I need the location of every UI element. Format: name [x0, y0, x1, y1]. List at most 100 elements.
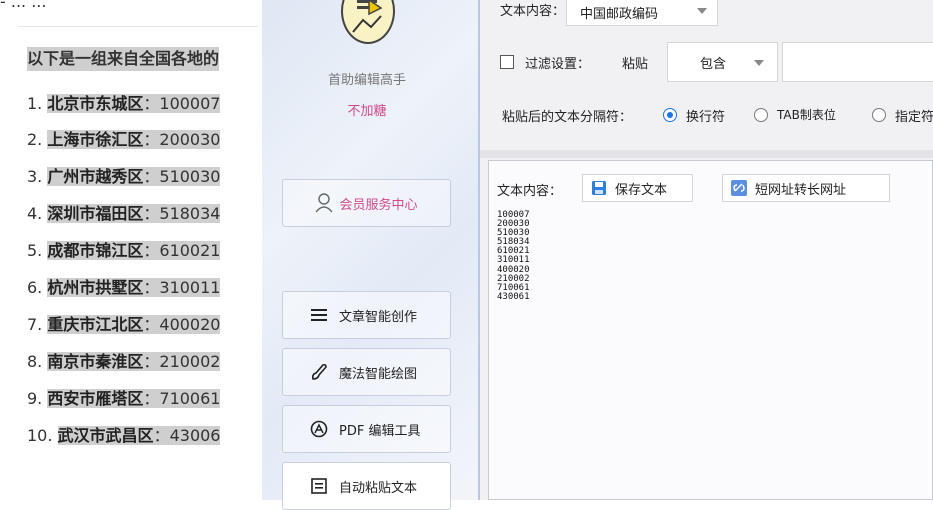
- separator-newline-label: 换行符: [686, 110, 726, 125]
- list-item-colon: ：: [143, 241, 160, 260]
- list-item-colon: ：: [143, 204, 160, 223]
- list-item-city: 深圳市福田区: [47, 204, 144, 223]
- list-item-code: 200030: [159, 130, 221, 149]
- app-sidebar: 首助编辑高手 不加糖 会员服务中心 文章智能创作 魔法智能绘图 PDF 编辑工具…: [262, 0, 480, 510]
- list-item-number: 9.: [27, 389, 43, 408]
- list-item: 4. 深圳市福田区：518034: [27, 202, 221, 226]
- list-item-colon: ：: [143, 352, 160, 371]
- list-item-city: 广州市越秀区: [47, 167, 144, 186]
- list-item-colon: ：: [143, 167, 160, 186]
- list-item-number: 5.: [27, 241, 43, 260]
- list-item-number: 2.: [27, 130, 43, 149]
- list-item: 6. 杭州市拱墅区：310011: [27, 276, 221, 300]
- list-item-code: 518034: [159, 204, 221, 223]
- member-center-button[interactable]: 会员服务中心: [282, 179, 451, 227]
- nav-label: 自动粘贴文本: [339, 480, 418, 496]
- list-item-number: 4.: [27, 204, 43, 223]
- nav-article-creation[interactable]: 文章智能创作: [282, 291, 451, 339]
- document-divider: [18, 26, 258, 27]
- document-top-line: - ... ...: [0, 0, 47, 11]
- list-item: 7. 重庆市江北区：400020: [27, 313, 221, 337]
- output-line: 430061: [497, 291, 530, 302]
- separator-custom-label: 指定符: [895, 110, 933, 125]
- nav-pdf-tools[interactable]: PDF 编辑工具: [282, 405, 451, 453]
- nav-magic-drawing[interactable]: 魔法智能绘图: [282, 348, 451, 396]
- list-item-number: 10.: [27, 426, 53, 445]
- list-item-colon: ：: [143, 389, 160, 408]
- list-item-city: 南京市秦淮区: [47, 352, 144, 371]
- list-item-city: 杭州市拱墅区: [47, 278, 144, 297]
- list-item-colon: ：: [143, 278, 160, 297]
- app-name: 首助编辑高手: [327, 73, 406, 88]
- member-center-label: 会员服务中心: [339, 197, 418, 213]
- list-item-code: 610021: [159, 241, 221, 260]
- list-item-code: 510030: [159, 167, 221, 186]
- save-text-label: 保存文本: [615, 182, 668, 198]
- nav-label: 文章智能创作: [339, 309, 418, 325]
- list-item: 8. 南京市秦淮区：210002: [27, 350, 221, 374]
- filter-text-input[interactable]: [782, 42, 933, 82]
- separator-tab-radio[interactable]: [754, 108, 768, 122]
- list-item: 2. 上海市徐汇区：200030: [27, 128, 221, 152]
- nav-label: 魔法智能绘图: [339, 366, 418, 382]
- pdf-circle-icon: [309, 419, 329, 439]
- save-icon: [592, 181, 606, 195]
- user-icon: [315, 193, 334, 213]
- content-type-dropdown[interactable]: 中国邮政编码: [566, 0, 718, 26]
- list-item-city: 重庆市江北区: [47, 315, 144, 334]
- list-item: 9. 西安市雁塔区：710061: [27, 387, 221, 411]
- chevron-down-icon: [754, 60, 764, 66]
- list-item-city: 上海市徐汇区: [47, 130, 144, 149]
- filter-checkbox[interactable]: [500, 55, 514, 69]
- output-text: 100007 200030 510030 518034 610021 31001…: [497, 210, 530, 302]
- list-item-number: 8.: [27, 352, 43, 371]
- list-item-code: 710061: [159, 389, 221, 408]
- document-pane: - ... ... 以下是一组来自全国各地的 1. 北京市东城区：100007 …: [0, 0, 262, 500]
- list-item-colon: ：: [153, 426, 170, 445]
- text-content-label: 文本内容：: [497, 184, 563, 199]
- chevron-down-icon: [697, 8, 707, 14]
- chart-note-icon: [341, 0, 395, 44]
- list-item-city: 武汉市武昌区: [57, 426, 154, 445]
- link-icon: [731, 180, 747, 196]
- brush-icon: [309, 362, 329, 382]
- settings-panel: 文本内容： 中国邮政编码 过滤设置： 粘贴 包含 粘贴后的文本分隔符： 换行符 …: [480, 0, 933, 500]
- paste-label: 粘贴: [622, 57, 649, 72]
- app-subtitle: 不加糖: [347, 104, 387, 119]
- list-item: 1. 北京市东城区：100007: [27, 92, 221, 116]
- list-item-number: 7.: [27, 315, 43, 334]
- filter-mode-dropdown[interactable]: 包含: [667, 42, 778, 82]
- list-item-city: 西安市雁塔区: [47, 389, 144, 408]
- nav-label: PDF 编辑工具: [339, 423, 421, 439]
- filter-mode-value: 包含: [700, 56, 727, 72]
- list-item: 10. 武汉市武昌区：43006: [27, 424, 221, 448]
- separator-label: 粘贴后的文本分隔符：: [502, 110, 633, 125]
- separator-custom-radio[interactable]: [872, 108, 886, 122]
- list-item-code: 43006: [169, 426, 221, 445]
- menu-lines-icon: [309, 305, 329, 325]
- list-item-colon: ：: [143, 130, 160, 149]
- list-item-city: 成都市锦江区: [47, 241, 144, 260]
- content-type-label: 文本内容：: [500, 4, 566, 19]
- list-item-code: 400020: [159, 315, 221, 334]
- list-item-code: 310011: [159, 278, 221, 297]
- list-item-code: 210002: [159, 352, 221, 371]
- nav-auto-paste[interactable]: 自动粘贴文本: [282, 462, 451, 510]
- list-item-colon: ：: [143, 94, 160, 113]
- list-item-number: 6.: [27, 278, 43, 297]
- list-item: 3. 广州市越秀区：510030: [27, 165, 221, 189]
- separator-newline-radio[interactable]: [663, 108, 677, 122]
- list-item-number: 1.: [27, 94, 43, 113]
- text-content-area[interactable]: 文本内容： 保存文本 短网址转长网址 100007 200030 510030 …: [488, 160, 933, 500]
- list-item: 5. 成都市锦江区：610021: [27, 239, 221, 263]
- content-type-value: 中国邮政编码: [580, 7, 659, 22]
- list-item-number: 3.: [27, 167, 43, 186]
- filter-label: 过滤设置：: [525, 57, 591, 72]
- paste-box-icon: [309, 476, 329, 496]
- short-url-label: 短网址转长网址: [755, 182, 847, 198]
- list-item-city: 北京市东城区: [47, 94, 144, 113]
- save-text-button[interactable]: 保存文本: [582, 174, 693, 202]
- short-url-button[interactable]: 短网址转长网址: [722, 174, 890, 202]
- list-item-colon: ：: [143, 315, 160, 334]
- separator-tab-label: TAB制表位: [777, 108, 836, 122]
